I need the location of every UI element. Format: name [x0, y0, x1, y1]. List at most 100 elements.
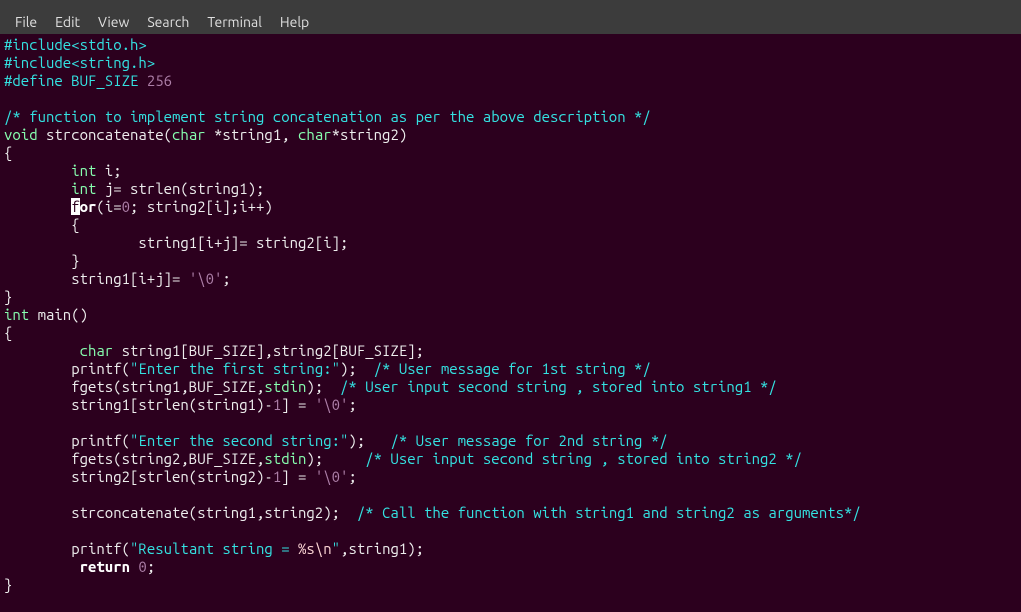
code-line: #include<string.h> [4, 54, 1017, 72]
code-token: fgets(string2,BUF_SIZE, [4, 450, 264, 467]
code-token: '\0' [315, 396, 349, 413]
code-line: } [4, 288, 1017, 306]
code-line: int main() [4, 306, 1017, 324]
code-token: printf( [4, 540, 130, 557]
code-line: int j= strlen(string1); [4, 180, 1017, 198]
code-token: #include [4, 36, 71, 53]
code-token [4, 558, 80, 575]
code-line: fgets(string1,BUF_SIZE,stdin); /* User i… [4, 378, 1017, 396]
code-line: } [4, 252, 1017, 270]
code-token: "Resultant string = [130, 540, 298, 557]
code-token: <stdio.h> [71, 36, 147, 53]
code-token: /* Call the function with string1 and st… [357, 504, 861, 521]
code-line: string1[i+j]= '\0'; [4, 270, 1017, 288]
code-token: *string2) [332, 126, 408, 143]
code-line: string1[strlen(string1)-1] = '\0'; [4, 396, 1017, 414]
code-line: char string1[BUF_SIZE],string2[BUF_SIZE]… [4, 342, 1017, 360]
code-token: fgets(string1,BUF_SIZE, [4, 378, 264, 395]
code-line: int i; [4, 162, 1017, 180]
code-token: strconcatenate(string1,string2); [4, 504, 357, 521]
code-token: #define BUF_SIZE [4, 72, 147, 89]
code-line [4, 414, 1017, 432]
code-token: } [4, 252, 80, 269]
code-token: \n [315, 540, 332, 557]
code-line: /* function to implement string concaten… [4, 108, 1017, 126]
code-line: return 0; [4, 558, 1017, 576]
code-editor[interactable]: #include<stdio.h>#include<string.h>#defi… [0, 34, 1021, 596]
menu-search[interactable]: Search [138, 10, 198, 34]
code-token: void [4, 126, 38, 143]
code-token: main() [29, 306, 88, 323]
code-line: { [4, 144, 1017, 162]
code-line: #define BUF_SIZE 256 [4, 72, 1017, 90]
code-line: } [4, 576, 1017, 594]
code-token: /* function to implement string concaten… [4, 108, 651, 125]
code-token: int [4, 306, 29, 323]
menu-terminal[interactable]: Terminal [198, 10, 271, 34]
code-token: "Enter the first string:" [130, 360, 340, 377]
code-token: ); [306, 450, 365, 467]
code-token: 0 [122, 198, 130, 215]
code-token: ; [348, 396, 356, 413]
code-token: char [298, 126, 332, 143]
code-line: printf("Resultant string = %s\n",string1… [4, 540, 1017, 558]
code-token: 1 [273, 396, 281, 413]
code-token: int [71, 180, 96, 197]
code-token: /* User message for 1st string */ [374, 360, 651, 377]
code-token: int [71, 162, 96, 179]
code-token: /* User input second string , stored int… [365, 450, 802, 467]
code-token: 256 [147, 72, 172, 89]
code-token: ; string2[i];i++) [130, 198, 273, 215]
code-line: printf("Enter the second string:"); /* U… [4, 432, 1017, 450]
code-token: return [80, 558, 130, 575]
code-line: printf("Enter the first string:"); /* Us… [4, 360, 1017, 378]
code-token [4, 198, 71, 215]
menu-help[interactable]: Help [271, 10, 318, 34]
code-line: { [4, 324, 1017, 342]
code-token: ] = [281, 396, 315, 413]
menu-file[interactable]: File [6, 10, 46, 34]
code-token: ); [306, 378, 340, 395]
code-token: ] = [281, 468, 315, 485]
code-token: char [80, 342, 114, 359]
code-token: string1[BUF_SIZE],string2[BUF_SIZE]; [113, 342, 424, 359]
code-line [4, 522, 1017, 540]
code-token: '\0' [315, 468, 349, 485]
code-token: string1[strlen(string1)- [4, 396, 273, 413]
code-token: { [4, 144, 12, 161]
code-line: fgets(string2,BUF_SIZE,stdin); /* User i… [4, 450, 1017, 468]
code-token: /* User message for 2nd string */ [390, 432, 667, 449]
code-token: or [80, 198, 97, 215]
code-token: char [172, 126, 206, 143]
code-token [4, 162, 71, 179]
code-token: printf( [4, 432, 130, 449]
code-token: ,string1); [340, 540, 424, 557]
code-token: strconcatenate( [38, 126, 172, 143]
code-token: %s [298, 540, 315, 557]
code-token [4, 342, 80, 359]
menu-edit[interactable]: Edit [46, 10, 89, 34]
code-line: { [4, 216, 1017, 234]
code-token: stdin [264, 450, 306, 467]
code-token: 1 [273, 468, 281, 485]
code-token: printf( [4, 360, 130, 377]
code-token: /* User input second string , stored int… [340, 378, 777, 395]
code-token: } [4, 576, 12, 593]
code-line [4, 90, 1017, 108]
code-token: ; [147, 558, 155, 575]
code-line: string2[strlen(string2)-1] = '\0'; [4, 468, 1017, 486]
code-token: } [4, 288, 12, 305]
code-token: { [4, 324, 12, 341]
menu-view[interactable]: View [89, 10, 138, 34]
code-token: string1[i+j]= string2[i]; [4, 234, 348, 251]
code-token [4, 180, 71, 197]
code-token: #include [4, 54, 71, 71]
code-token: *string1, [206, 126, 298, 143]
code-line: for(i=0; string2[i];i++) [4, 198, 1017, 216]
code-token: " [332, 540, 340, 557]
code-token: ; [348, 468, 356, 485]
code-token: string2[strlen(string2)- [4, 468, 273, 485]
menubar: File Edit View Search Terminal Help [0, 10, 1021, 34]
code-token: <string.h> [71, 54, 155, 71]
code-token: ); [348, 432, 390, 449]
